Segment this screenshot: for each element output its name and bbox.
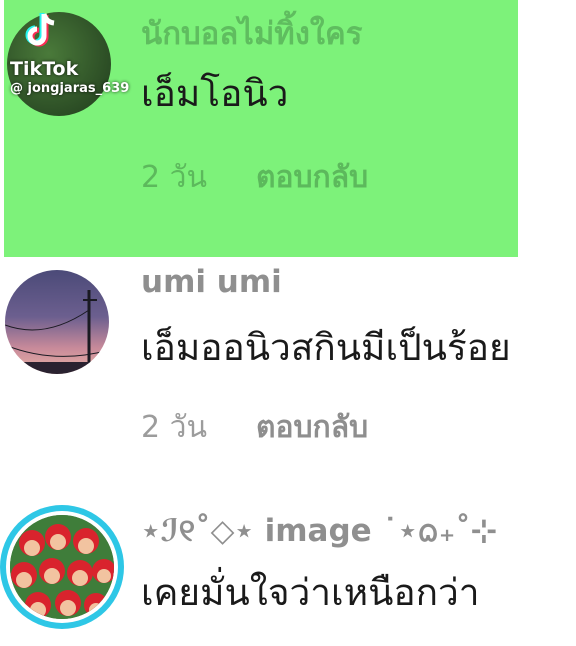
reply-button[interactable]: ตอบกลับ [256, 404, 368, 451]
avatar-image [10, 515, 114, 619]
comment-text: เอ็มออนิวสกินมีเป็นร้อย [141, 326, 511, 369]
comment-time: 2 วัน [141, 410, 207, 445]
comment-username[interactable]: umi umi [141, 264, 282, 300]
tiktok-handle-text: @ jongjaras_639 [10, 81, 130, 96]
avatar[interactable] [5, 270, 109, 374]
strawberry-babies-image [10, 515, 114, 619]
comment-time: 2 วัน [141, 160, 207, 195]
comment-item: umi umi เอ็มออนิวสกินมีเป็นร้อย 2 วัน ตอ… [0, 257, 576, 497]
avatar-with-story-ring[interactable] [0, 505, 124, 629]
tiktok-brand-text: TikTok [10, 58, 79, 80]
comment-text: เคยมั่นใจว่าเหนือกว่า [141, 571, 480, 614]
power-line-silhouette [5, 290, 109, 374]
reply-button[interactable]: ตอบกลับ [256, 154, 368, 201]
tiktok-logo-icon [25, 13, 55, 47]
comment-username[interactable]: นักบอลไม่ทิ้งใคร [141, 8, 362, 58]
comment-text: เอ็มโอนิว [141, 72, 289, 115]
comment-item: นักบอลไม่ทิ้งใคร เอ็มโอนิว 2 วัน ตอบกลับ [0, 0, 576, 257]
comment-item: ⋆ℐ୧˚◇⋆ image ˙⋆ᨵ₊˚⊹ เคยมั่นใจว่าเหนือกว่… [0, 497, 576, 646]
comment-username[interactable]: ⋆ℐ୧˚◇⋆ image ˙⋆ᨵ₊˚⊹ [141, 509, 497, 558]
